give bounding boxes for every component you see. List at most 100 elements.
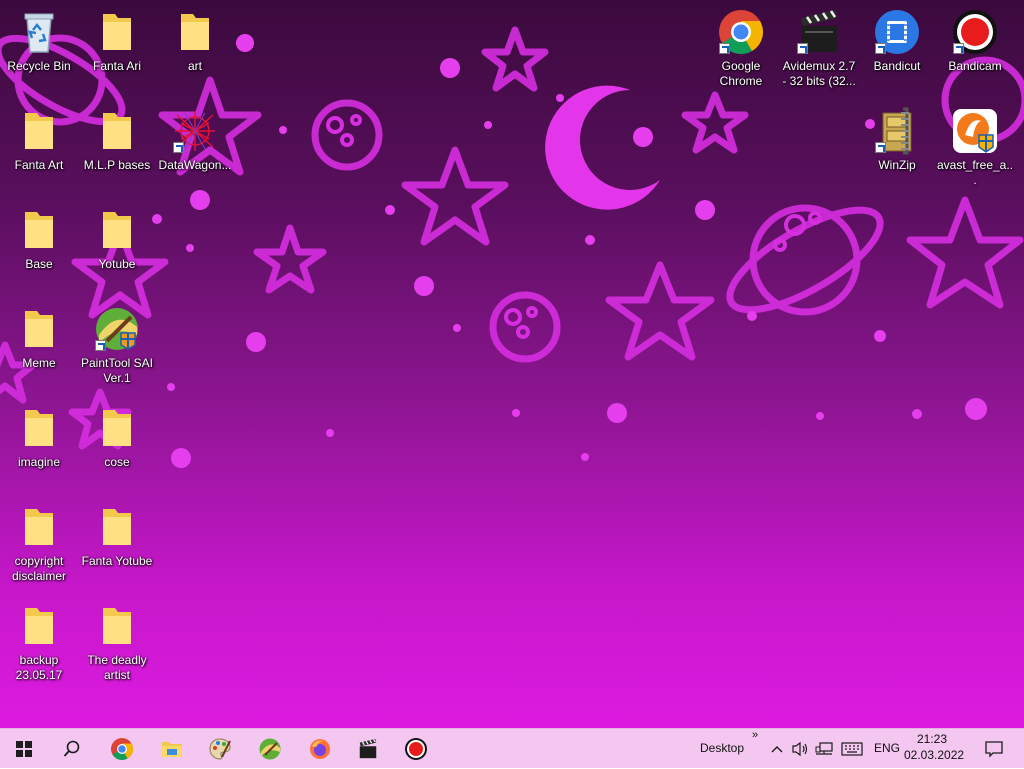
desktop-icon-avidemux[interactable]: Avidemux 2.7 - 32 bits (32...	[780, 8, 858, 89]
desktop-icon-label: art	[187, 59, 202, 73]
clock[interactable]: 21:23 02.03.2022	[904, 732, 965, 762]
file-explorer-icon	[162, 742, 182, 757]
desktop-icon-base[interactable]: Base	[0, 206, 78, 272]
desktop-icon-label: Bandicut	[873, 59, 921, 73]
clock-time: 21:23	[916, 732, 948, 746]
folder-icon	[171, 8, 219, 56]
desktop-icon-recycle-bin[interactable]: Recycle Bin	[0, 8, 78, 74]
desktop-icon-imagine[interactable]: imagine	[0, 404, 78, 470]
folder-icon	[93, 602, 141, 650]
toolbar-overflow-chevron[interactable]: »	[752, 729, 758, 741]
shortcut-arrow-icon	[875, 142, 886, 153]
folder-icon	[93, 404, 141, 452]
action-center-button[interactable]	[970, 729, 1018, 769]
painttool-sai-icon	[259, 738, 281, 760]
taskbar: Desktop » ENG 21:23 02.03.2022	[0, 728, 1024, 768]
shortcut-arrow-icon	[173, 142, 184, 153]
taskbar-firefox[interactable]	[296, 729, 344, 769]
clock-date: 02.03.2022	[904, 748, 965, 762]
shortcut-arrow-icon	[953, 43, 964, 54]
desktop-icon-fanta-art[interactable]: Fanta Art	[0, 107, 78, 173]
painttool-sai-icon	[93, 305, 141, 353]
search-icon	[63, 740, 80, 757]
search-button[interactable]	[48, 729, 96, 769]
desktop-icon-avast[interactable]: avast_free_a...	[936, 107, 1014, 188]
folder-icon	[93, 206, 141, 254]
desktop-icon-meme[interactable]: Meme	[0, 305, 78, 371]
taskbar-chrome[interactable]	[98, 729, 146, 769]
start-button[interactable]	[0, 729, 48, 769]
desktop-icon-fanta-yotube[interactable]: Fanta Yotube	[78, 503, 156, 569]
desktop-icon-label: backup 23.05.17	[15, 653, 63, 682]
desktop-icon-label: Fanta Art	[14, 158, 64, 172]
desktop-icon-label: DataWagon...	[158, 158, 232, 172]
desktop-icon-bandicut[interactable]: Bandicut	[858, 8, 936, 74]
desktop-icon-datawagon[interactable]: DataWagon...	[156, 107, 234, 173]
desktop-icon-label: Yotube	[98, 257, 136, 271]
desktop-icon-label: Google Chrome	[719, 59, 763, 88]
bandicam-icon	[405, 738, 427, 760]
shortcut-arrow-icon	[95, 340, 106, 351]
touch-keyboard-button[interactable]	[838, 729, 866, 769]
taskbar-bandicam[interactable]	[392, 729, 440, 769]
clapperboard-icon	[359, 738, 377, 759]
desktop-icon-google-chrome[interactable]: Google Chrome	[702, 8, 780, 89]
desktop-icon-label: PaintTool SAI Ver.1	[80, 356, 154, 385]
windows-logo-icon	[16, 741, 32, 757]
desktop-icon-copyright-disclaimer[interactable]: copyright disclaimer	[0, 503, 78, 584]
folder-icon	[15, 206, 63, 254]
desktop-icon-painttool-sai[interactable]: PaintTool SAI Ver.1	[78, 305, 156, 386]
desktop-icon-yotube[interactable]: Yotube	[78, 206, 156, 272]
taskbar-avidemux[interactable]	[344, 729, 392, 769]
desktop-icon-cose[interactable]: cose	[78, 404, 156, 470]
folder-icon	[93, 107, 141, 155]
desktop-icon-art[interactable]: art	[156, 8, 234, 74]
desktop-icon-label: The deadly artist	[87, 653, 147, 682]
show-hidden-icons-button[interactable]	[766, 729, 788, 769]
taskbar-paint[interactable]	[196, 729, 244, 769]
taskbar-painttool-sai[interactable]	[246, 729, 294, 769]
desktop-icon-label: Fanta Yotube	[81, 554, 153, 568]
volume-button[interactable]	[789, 729, 811, 769]
desktop-icon-label: copyright disclaimer	[11, 554, 66, 583]
notification-icon	[985, 741, 1003, 758]
desktop-icon-label: M.L.P bases	[83, 158, 151, 172]
keyboard-icon	[841, 742, 863, 756]
paint-palette-icon	[209, 738, 231, 760]
desktop-icon-label: Meme	[22, 356, 56, 370]
winzip-icon	[873, 107, 921, 155]
chrome-icon	[111, 738, 133, 760]
desktop-icon-bandicam[interactable]: Bandicam	[936, 8, 1014, 74]
desktop-icon-backup[interactable]: backup 23.05.17	[0, 602, 78, 683]
desktop-icon-label: Bandicam	[948, 59, 1002, 73]
firefox-icon	[310, 739, 330, 759]
speaker-icon	[792, 741, 808, 757]
network-button[interactable]	[812, 729, 836, 769]
desktop-icon-label: WinZip	[878, 158, 916, 172]
clapperboard-icon	[795, 8, 843, 56]
desktop-icon-label: imagine	[17, 455, 61, 469]
desktop-icon-fanta-ari[interactable]: Fanta Ari	[78, 8, 156, 74]
shortcut-arrow-icon	[719, 43, 730, 54]
desktop-icon-label: Base	[25, 257, 53, 271]
desktop-icon-label: Avidemux 2.7 - 32 bits (32...	[782, 59, 856, 88]
desktop-icon-mlp-bases[interactable]: M.L.P bases	[78, 107, 156, 173]
shortcut-arrow-icon	[797, 43, 808, 54]
folder-icon	[93, 503, 141, 551]
desktop-icon-label: Fanta Ari	[92, 59, 142, 73]
datawagon-icon	[171, 107, 219, 155]
desktop-icon-label: Recycle Bin	[7, 59, 71, 73]
shortcut-arrow-icon	[875, 43, 886, 54]
folder-icon	[15, 305, 63, 353]
desktop-icon-label: cose	[104, 455, 130, 469]
input-language-indicator[interactable]: ENG	[874, 741, 900, 755]
folder-icon	[15, 503, 63, 551]
network-icon	[815, 742, 833, 755]
chevron-up-icon	[771, 746, 783, 753]
desktop-icon-winzip[interactable]: WinZip	[858, 107, 936, 173]
desktop[interactable]: Recycle Bin Fanta Ari art Fanta Art M.L.…	[0, 0, 1024, 728]
desktop-icon-the-deadly-artist[interactable]: The deadly artist	[78, 602, 156, 683]
folder-icon	[15, 107, 63, 155]
taskbar-file-explorer[interactable]	[148, 729, 196, 769]
desktop-toolbar-label[interactable]: Desktop	[700, 741, 744, 755]
